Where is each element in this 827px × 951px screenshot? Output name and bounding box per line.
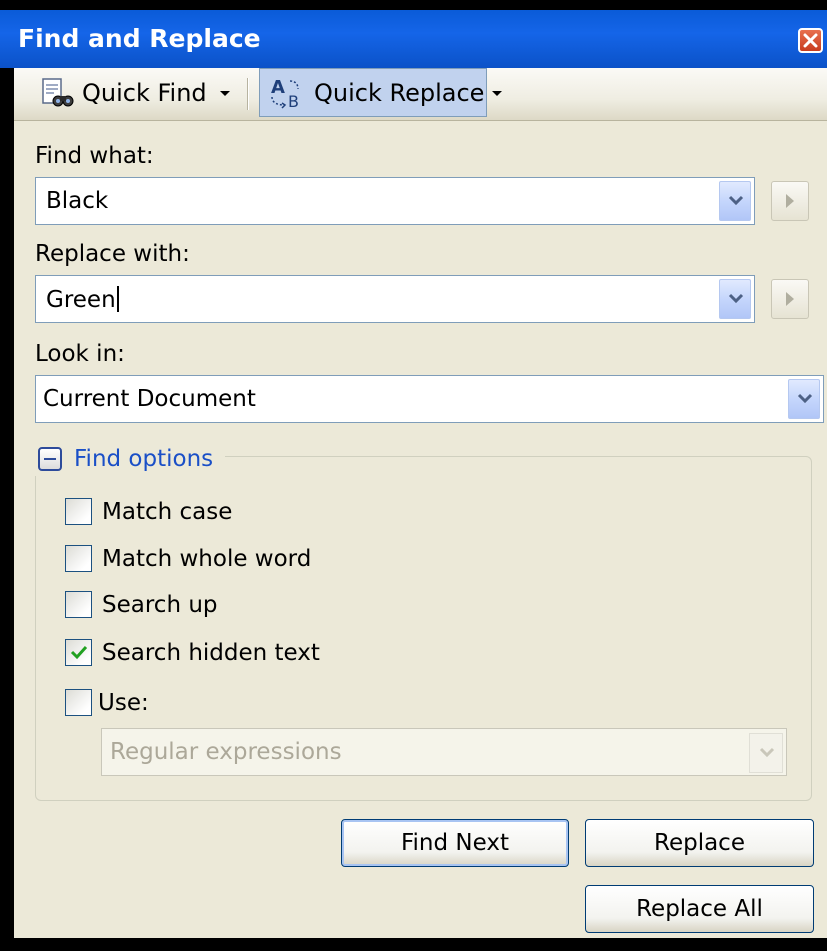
triangle-down-icon [220, 91, 230, 96]
find-what-combobox[interactable]: Black [35, 177, 755, 225]
use-type-combobox: Regular expressions [101, 728, 787, 776]
replace-with-combobox[interactable]: Green [35, 275, 755, 323]
search-hidden-text-checkbox[interactable] [65, 639, 92, 666]
replace-ab-icon: A B [271, 77, 299, 111]
quick-find-dropdown[interactable] [218, 68, 232, 118]
svg-text:B: B [288, 92, 299, 111]
match-whole-word-label: Match whole word [102, 545, 312, 572]
chevron-down-icon [759, 747, 775, 758]
toolbar-separator [247, 78, 248, 110]
use-type-value: Regular expressions [110, 739, 342, 765]
find-what-dropdown-button[interactable] [719, 181, 751, 221]
search-up-option[interactable]: Search up [65, 591, 218, 618]
search-up-checkbox[interactable] [65, 591, 92, 618]
find-expression-builder-button[interactable] [771, 181, 809, 221]
collapse-icon[interactable] [38, 447, 62, 471]
close-button[interactable] [798, 28, 823, 53]
find-what-value: Black [46, 188, 109, 214]
triangle-right-icon [786, 194, 794, 208]
title-bar[interactable]: Find and Replace [0, 10, 827, 68]
quick-find-button[interactable]: Quick Find [40, 68, 207, 118]
chevron-down-icon [728, 195, 744, 206]
dialog-body: Quick Find A B Quick Replace Find what: … [14, 68, 827, 938]
replace-with-value: Green [46, 286, 119, 313]
match-whole-word-checkbox[interactable] [65, 545, 92, 572]
search-hidden-text-option[interactable]: Search hidden text [65, 639, 320, 666]
use-option[interactable]: Use: [65, 689, 149, 716]
chevron-down-icon [728, 293, 744, 304]
replace-with-label: Replace with: [35, 241, 190, 267]
match-case-label: Match case [102, 498, 233, 525]
triangle-right-icon [786, 292, 794, 306]
window-title: Find and Replace [18, 24, 261, 53]
find-options-title: Find options [74, 446, 214, 472]
close-icon [803, 33, 818, 48]
find-next-button[interactable]: Find Next [341, 819, 569, 867]
use-label: Use: [98, 689, 149, 716]
svg-text:A: A [271, 77, 285, 98]
match-case-option[interactable]: Match case [65, 498, 232, 525]
find-what-label: Find what: [35, 143, 154, 169]
mode-toolbar: Quick Find A B Quick Replace [14, 68, 827, 121]
quick-find-label: Quick Find [82, 79, 207, 107]
replace-with-dropdown-button[interactable] [719, 279, 751, 319]
chevron-down-icon [797, 393, 813, 404]
quick-replace-label: Quick Replace [314, 78, 485, 107]
search-up-label: Search up [102, 591, 218, 618]
triangle-down-icon [492, 91, 502, 96]
quick-replace-dropdown[interactable] [490, 68, 504, 118]
look-in-label: Look in: [35, 341, 125, 367]
look-in-value: Current Document [43, 386, 256, 412]
search-hidden-text-label: Search hidden text [102, 639, 320, 666]
use-type-dropdown-button [749, 733, 783, 773]
quick-replace-button[interactable]: A B Quick Replace [259, 68, 487, 117]
checkmark-icon [70, 645, 88, 660]
look-in-dropdown-button[interactable] [788, 379, 820, 419]
find-replace-window: Find and Replace Quick Find A B Quick Re… [0, 0, 827, 951]
replace-button[interactable]: Replace [585, 819, 814, 867]
text-cursor [116, 286, 119, 312]
use-checkbox[interactable] [65, 689, 92, 716]
replace-all-button[interactable]: Replace All [585, 885, 814, 933]
look-in-combobox[interactable]: Current Document [35, 375, 824, 423]
find-options-header[interactable]: Find options [34, 442, 226, 476]
match-whole-word-option[interactable]: Match whole word [65, 545, 311, 572]
match-case-checkbox[interactable] [65, 498, 92, 525]
binoculars-document-icon [42, 78, 74, 107]
replace-expression-builder-button[interactable] [771, 279, 809, 319]
